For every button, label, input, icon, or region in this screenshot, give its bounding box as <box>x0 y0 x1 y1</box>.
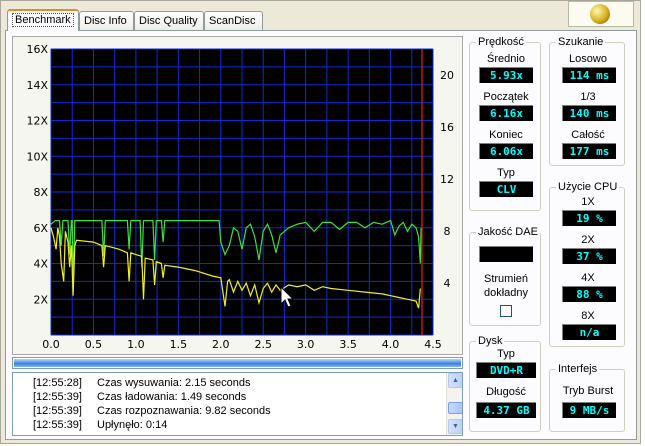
y-left-tick-label: 2X <box>33 293 48 306</box>
disc-length-value: 4.37 GB <box>476 402 536 418</box>
scroll-up-icon[interactable]: ▲ <box>448 373 462 388</box>
speed-end-label: Koniec <box>489 129 523 141</box>
benchmark-chart-svg: 0.0 0.5 1.0 1.5 2.0 2.5 3.0 3.5 4.0 4.5 2X 4X 6X 8X 10… <box>26 43 454 351</box>
dae-group: Jakość DAE Strumień dokładny <box>469 225 541 326</box>
y-right-tick-label: 4 <box>444 277 451 290</box>
log-entry: [12:55:39] Czas rozpoznawania: 9.82 secon… <box>33 404 271 418</box>
seek-random-value: 114 ms <box>562 67 616 83</box>
speed-type-value: CLV <box>479 181 533 197</box>
speed-start-label: Początek <box>483 91 529 103</box>
y-left-tick-label: 8X <box>33 186 48 199</box>
speed-start-value: 6.16x <box>479 105 533 121</box>
log-time: [12:55:39] <box>33 405 82 417</box>
log-entry: [12:55:39] Upłynęło: 0:14 <box>33 418 167 432</box>
speed-group: Prędkość Średnio 5.93x Początek 6.16x Ko… <box>469 35 541 211</box>
cpu-8x-label: 8X <box>581 310 595 322</box>
cpu-8x-value: n/a <box>562 324 616 340</box>
benchmark-chart: 0.0 0.5 1.0 1.5 2.0 2.5 3.0 3.5 4.0 4.5 2X 4X 6X 8X 10… <box>12 36 463 355</box>
x-tick-label: 0.0 <box>42 338 60 351</box>
dae-group-title: Jakość DAE <box>476 225 540 239</box>
disc-type-value: DVD+R <box>476 362 536 378</box>
y-left-tick-label: 4X <box>33 258 48 271</box>
cpu-2x-value: 37 % <box>562 248 616 264</box>
x-tick-label: 2.0 <box>212 338 230 351</box>
cpu-1x-value: 19 % <box>562 210 616 226</box>
y-left-tick-label: 14X <box>26 79 48 92</box>
scroll-thumb[interactable] <box>448 402 462 414</box>
disc-length-label: Długość <box>486 386 526 398</box>
cpu-4x-label: 4X <box>581 272 595 284</box>
log-text: Czas ładowania: 1.49 seconds <box>97 391 247 403</box>
log-entry: [12:55:28] Czas wysuwania: 2.15 seconds <box>33 376 250 390</box>
log-time: [12:55:39] <box>33 391 82 403</box>
tab-benchmark[interactable]: Benchmark <box>7 9 79 31</box>
x-tick-label: 1.5 <box>170 338 188 351</box>
log-scrollbar[interactable]: ▲ ▼ <box>446 373 462 435</box>
speed-avg-label: Średnio <box>487 53 525 65</box>
interface-group-title: Interfejs <box>556 362 600 376</box>
log-entry: [12:55:39] Czas ładowania: 1.49 seconds <box>33 390 246 404</box>
logo-ball-icon <box>590 4 610 24</box>
interface-group: Interfejs Tryb Burst 9 MB/s <box>549 362 625 432</box>
seek-group: Szukanie Losowo 114 ms 1/3 140 ms Całość… <box>549 35 625 166</box>
log-text: Czas wysuwania: 2.15 seconds <box>97 377 251 389</box>
dae-exact-checkbox[interactable] <box>500 305 512 317</box>
speed-avg-value: 5.93x <box>479 67 533 83</box>
cpu-group-title: Użycie CPU <box>556 180 620 194</box>
tab-scandisc[interactable]: ScanDisc <box>204 11 263 31</box>
y-left-tick-label: 10X <box>26 150 48 163</box>
y-right-tick-label: 12 <box>440 173 454 186</box>
seek-third-label: 1/3 <box>580 91 596 103</box>
x-tick-label: 4.5 <box>424 338 442 351</box>
dae-value <box>479 246 533 262</box>
x-tick-label: 3.5 <box>339 338 357 351</box>
y-left-tick-label: 16X <box>26 43 48 56</box>
app-window: Benchmark Disc Info Disc Quality ScanDis… <box>0 0 641 444</box>
y-left-tick-label: 6X <box>33 222 48 235</box>
x-tick-label: 2.5 <box>254 338 272 351</box>
y-right-tick-label: 20 <box>440 69 454 82</box>
x-tick-label: 3.0 <box>297 338 315 351</box>
seek-full-label: Całość <box>571 129 605 141</box>
tab-disc-info[interactable]: Disc Info <box>79 11 134 31</box>
speed-group-title: Prędkość <box>476 35 526 49</box>
burst-value: 9 MB/s <box>562 402 616 418</box>
log-panel[interactable]: [12:55:28] Czas wysuwania: 2.15 seconds [… <box>12 372 463 436</box>
x-tick-label: 1.0 <box>127 338 145 351</box>
log-time: [12:55:28] <box>33 377 82 389</box>
seek-group-title: Szukanie <box>556 35 606 49</box>
progress-fill <box>14 359 461 367</box>
log-time: [12:55:39] <box>33 419 82 431</box>
speed-type-label: Typ <box>497 167 515 179</box>
seek-third-value: 140 ms <box>562 105 616 121</box>
app-logo <box>568 1 634 27</box>
seek-random-label: Losowo <box>569 53 607 65</box>
log-text: Upłynęło: 0:14 <box>97 419 168 431</box>
cpu-1x-label: 1X <box>581 196 595 208</box>
y-right-tick-label: 16 <box>440 121 454 134</box>
cpu-4x-value: 88 % <box>562 286 616 302</box>
dae-exact-label: dokładny <box>483 287 529 299</box>
cpu-group: Użycie CPU 1X 19 % 2X 37 % 4X 88 % 8X n/… <box>549 180 625 347</box>
speed-end-value: 6.06x <box>479 143 533 159</box>
y-left-tick-label: 12X <box>26 115 48 128</box>
x-tick-label: 4.0 <box>382 338 400 351</box>
cpu-2x-label: 2X <box>581 234 595 246</box>
tab-disc-quality[interactable]: Disc Quality <box>134 11 204 31</box>
log-text: Czas rozpoznawania: 9.82 seconds <box>97 405 271 417</box>
burst-label: Tryb Burst <box>562 385 614 397</box>
dae-stream-label: Strumień <box>483 273 529 285</box>
scroll-down-icon[interactable]: ▼ <box>448 419 462 434</box>
y-right-tick-label: 8 <box>444 225 451 238</box>
disc-group-title: Dysk <box>476 334 505 348</box>
seek-full-value: 177 ms <box>562 143 616 159</box>
progress-bar <box>12 357 463 369</box>
x-tick-label: 0.5 <box>85 338 103 351</box>
disc-type-label: Typ <box>497 348 515 360</box>
disc-group: Dysk Typ DVD+R Długość 4.37 GB <box>469 334 541 432</box>
